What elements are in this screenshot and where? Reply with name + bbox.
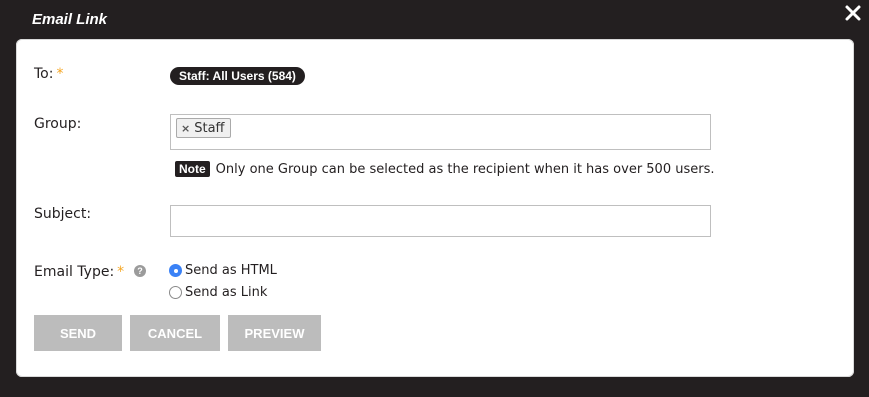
chip-label: Staff [194, 120, 225, 136]
send-button[interactable]: SEND [34, 315, 122, 351]
group-label: Group: [34, 116, 82, 132]
note-text: Only one Group can be selected as the re… [215, 161, 715, 177]
group-chip: × Staff [176, 118, 231, 138]
dialog-title: Email Link [32, 11, 108, 28]
recipient-pill: Staff: All Users (584) [170, 67, 305, 85]
radio-send-link[interactable]: Send as Link [169, 285, 267, 300]
email-type-label-row: Email Type: * [34, 264, 124, 280]
preview-button[interactable]: PREVIEW [228, 315, 321, 351]
chip-remove-icon[interactable]: × [181, 123, 190, 134]
radio-send-html[interactable]: Send as HTML [169, 263, 277, 278]
cancel-button[interactable]: CANCEL [130, 315, 220, 351]
subject-label: Subject: [34, 206, 92, 222]
required-mark: * [56, 66, 64, 82]
form-panel: To: * Staff: All Users (584) Group: × Sta… [16, 39, 854, 377]
subject-input[interactable] [170, 205, 711, 237]
radio-label: Send as HTML [185, 263, 277, 278]
group-select[interactable]: × Staff [170, 114, 711, 150]
radio-label: Send as Link [185, 285, 268, 300]
radio-button[interactable] [169, 286, 182, 299]
close-icon[interactable] [843, 3, 863, 23]
help-icon[interactable]: ? [134, 265, 146, 277]
email-type-label: Email Type: [34, 264, 115, 280]
to-label-row: To: * [34, 66, 63, 82]
note-tag: Note [175, 161, 210, 177]
close-button[interactable] [843, 3, 863, 23]
to-label: To: [34, 66, 54, 82]
required-mark: * [117, 264, 125, 280]
radio-button-checked[interactable] [169, 264, 182, 277]
group-note: Note Only one Group can be selected as t… [175, 161, 715, 177]
